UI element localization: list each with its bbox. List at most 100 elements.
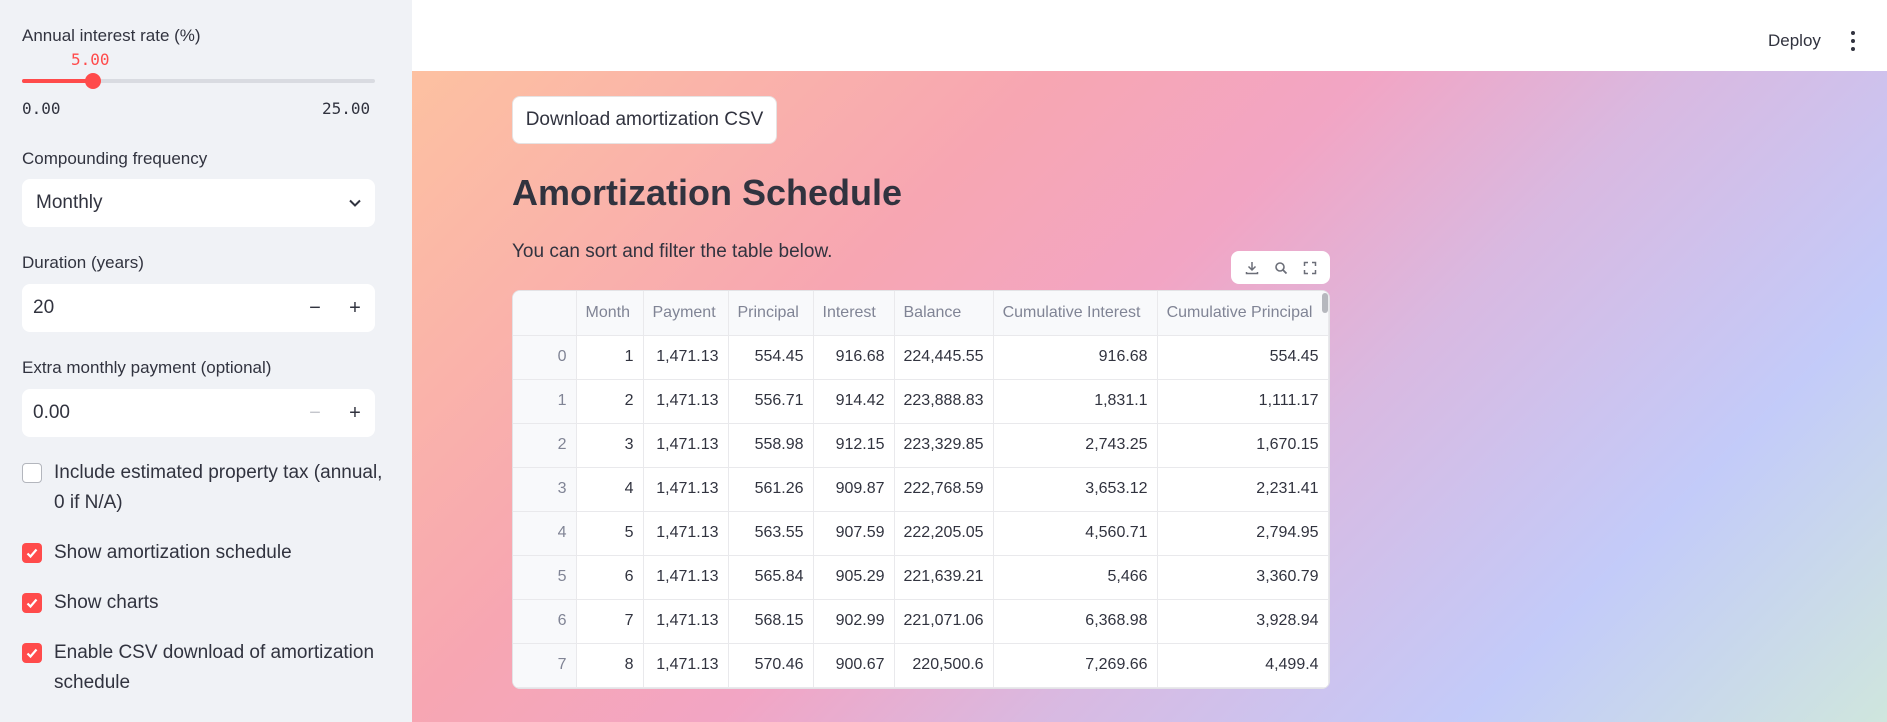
show-schedule-checkbox[interactable]: Show amortization schedule bbox=[22, 538, 384, 568]
checkbox-box[interactable] bbox=[22, 463, 42, 483]
row-index-cell[interactable]: 2 bbox=[513, 423, 577, 468]
property-tax-checkbox[interactable]: Include estimated property tax (annual, … bbox=[22, 458, 384, 518]
duration-value[interactable]: 20 bbox=[22, 297, 295, 319]
table-cell[interactable]: 907.59 bbox=[813, 511, 895, 556]
table-cell[interactable]: 902.99 bbox=[813, 599, 895, 644]
column-header[interactable]: Balance bbox=[894, 291, 994, 336]
table-cell[interactable]: 2,794.95 bbox=[1157, 511, 1329, 556]
table-cell[interactable]: 220,500.6 bbox=[894, 643, 994, 688]
table-row[interactable]: 2 3 1,471.13 558.98 912.15 223,329.85 2,743.25… bbox=[513, 423, 1329, 468]
table-cell[interactable]: 5,466 bbox=[993, 555, 1158, 600]
interest-rate-slider[interactable] bbox=[22, 73, 375, 89]
column-header[interactable]: Month bbox=[576, 291, 644, 336]
table-cell[interactable]: 221,639.21 bbox=[894, 555, 994, 600]
table-cell[interactable]: 909.87 bbox=[813, 467, 895, 512]
duration-input[interactable]: 20 − + bbox=[22, 284, 375, 332]
table-cell[interactable]: 912.15 bbox=[813, 423, 895, 468]
table-cell[interactable]: 1,111.17 bbox=[1157, 379, 1329, 424]
deploy-button[interactable]: Deploy bbox=[1768, 31, 1821, 51]
enable-csv-checkbox[interactable]: Enable CSV download of amortization sche… bbox=[22, 638, 384, 698]
row-index-cell[interactable]: 3 bbox=[513, 467, 577, 512]
table-cell[interactable]: 1,471.13 bbox=[643, 555, 729, 600]
table-cell[interactable]: 3,653.12 bbox=[993, 467, 1158, 512]
column-header[interactable]: Cumulative Principal bbox=[1157, 291, 1329, 336]
table-cell[interactable]: 3,360.79 bbox=[1157, 555, 1329, 600]
table-cell[interactable]: 1,471.13 bbox=[643, 379, 729, 424]
table-row[interactable]: 5 6 1,471.13 565.84 905.29 221,639.21 5,466 3,3… bbox=[513, 555, 1329, 600]
fullscreen-icon[interactable] bbox=[1303, 261, 1317, 275]
column-header[interactable]: Interest bbox=[813, 291, 895, 336]
row-index-cell[interactable]: 0 bbox=[513, 335, 577, 380]
search-icon[interactable] bbox=[1274, 261, 1288, 275]
table-cell[interactable]: 556.71 bbox=[728, 379, 814, 424]
table-cell[interactable]: 554.45 bbox=[728, 335, 814, 380]
table-cell[interactable]: 2,743.25 bbox=[993, 423, 1158, 468]
table-cell[interactable]: 914.42 bbox=[813, 379, 895, 424]
table-cell[interactable]: 1,471.13 bbox=[643, 467, 729, 512]
table-cell[interactable]: 2 bbox=[576, 379, 644, 424]
table-cell[interactable]: 568.15 bbox=[728, 599, 814, 644]
show-charts-checkbox[interactable]: Show charts bbox=[22, 588, 384, 618]
table-cell[interactable]: 3,928.94 bbox=[1157, 599, 1329, 644]
extra-payment-input[interactable]: 0.00 − + bbox=[22, 389, 375, 437]
kebab-menu-icon[interactable] bbox=[1849, 31, 1857, 51]
table-cell[interactable]: 570.46 bbox=[728, 643, 814, 688]
table-cell[interactable]: 1,670.15 bbox=[1157, 423, 1329, 468]
table-cell[interactable]: 8 bbox=[576, 643, 644, 688]
table-cell[interactable]: 222,768.59 bbox=[894, 467, 994, 512]
table-cell[interactable]: 6,368.98 bbox=[993, 599, 1158, 644]
table-cell[interactable]: 554.45 bbox=[1157, 335, 1329, 380]
table-cell[interactable]: 4,560.71 bbox=[993, 511, 1158, 556]
table-cell[interactable]: 7,269.66 bbox=[993, 643, 1158, 688]
extra-decrement-button[interactable]: − bbox=[295, 389, 335, 437]
table-cell[interactable]: 1,471.13 bbox=[643, 423, 729, 468]
table-row[interactable]: 3 4 1,471.13 561.26 909.87 222,768.59 3,653.12… bbox=[513, 467, 1329, 512]
amortization-table[interactable]: Month Payment Principal Interest Balance Cumu… bbox=[512, 290, 1330, 689]
table-row[interactable]: 6 7 1,471.13 568.15 902.99 221,071.06 6,368.98… bbox=[513, 599, 1329, 644]
table-cell[interactable]: 1,471.13 bbox=[643, 511, 729, 556]
row-index-cell[interactable]: 1 bbox=[513, 379, 577, 424]
table-cell[interactable]: 905.29 bbox=[813, 555, 895, 600]
download-icon[interactable] bbox=[1245, 261, 1259, 275]
table-scrollbar[interactable] bbox=[1322, 293, 1328, 313]
table-cell[interactable]: 900.67 bbox=[813, 643, 895, 688]
table-cell[interactable]: 1,471.13 bbox=[643, 335, 729, 380]
table-cell[interactable]: 3 bbox=[576, 423, 644, 468]
table-cell[interactable]: 6 bbox=[576, 555, 644, 600]
table-cell[interactable]: 563.55 bbox=[728, 511, 814, 556]
table-cell[interactable]: 1,471.13 bbox=[643, 643, 729, 688]
table-cell[interactable]: 916.68 bbox=[813, 335, 895, 380]
slider-thumb[interactable] bbox=[84, 73, 101, 89]
table-cell[interactable]: 561.26 bbox=[728, 467, 814, 512]
checkbox-box[interactable] bbox=[22, 643, 42, 663]
table-cell[interactable]: 916.68 bbox=[993, 335, 1158, 380]
column-header[interactable]: Payment bbox=[643, 291, 729, 336]
column-header[interactable]: Principal bbox=[728, 291, 814, 336]
table-cell[interactable]: 223,329.85 bbox=[894, 423, 994, 468]
extra-increment-button[interactable]: + bbox=[335, 389, 375, 437]
row-index-cell[interactable]: 4 bbox=[513, 511, 577, 556]
duration-decrement-button[interactable]: − bbox=[295, 284, 335, 332]
table-cell[interactable]: 7 bbox=[576, 599, 644, 644]
row-index-cell[interactable]: 6 bbox=[513, 599, 577, 644]
column-header[interactable]: Cumulative Interest bbox=[993, 291, 1158, 336]
index-column-header[interactable] bbox=[513, 291, 577, 336]
table-row[interactable]: 4 5 1,471.13 563.55 907.59 222,205.05 4,560.71… bbox=[513, 511, 1329, 556]
download-csv-button[interactable]: Download amortization CSV bbox=[512, 96, 777, 144]
table-cell[interactable]: 221,071.06 bbox=[894, 599, 994, 644]
table-cell[interactable]: 223,888.83 bbox=[894, 379, 994, 424]
duration-increment-button[interactable]: + bbox=[335, 284, 375, 332]
table-row[interactable]: 0 1 1,471.13 554.45 916.68 224,445.55 916.68 55… bbox=[513, 335, 1329, 380]
table-cell[interactable]: 2,231.41 bbox=[1157, 467, 1329, 512]
table-cell[interactable]: 565.84 bbox=[728, 555, 814, 600]
table-cell[interactable]: 1,471.13 bbox=[643, 599, 729, 644]
table-row[interactable]: 1 2 1,471.13 556.71 914.42 223,888.83 1,831.1 1… bbox=[513, 379, 1329, 424]
extra-payment-value[interactable]: 0.00 bbox=[22, 402, 295, 424]
table-cell[interactable]: 224,445.55 bbox=[894, 335, 994, 380]
table-cell[interactable]: 558.98 bbox=[728, 423, 814, 468]
table-cell[interactable]: 1,831.1 bbox=[993, 379, 1158, 424]
table-cell[interactable]: 222,205.05 bbox=[894, 511, 994, 556]
compounding-select[interactable]: Monthly bbox=[22, 179, 375, 227]
row-index-cell[interactable]: 5 bbox=[513, 555, 577, 600]
row-index-cell[interactable]: 7 bbox=[513, 643, 577, 688]
